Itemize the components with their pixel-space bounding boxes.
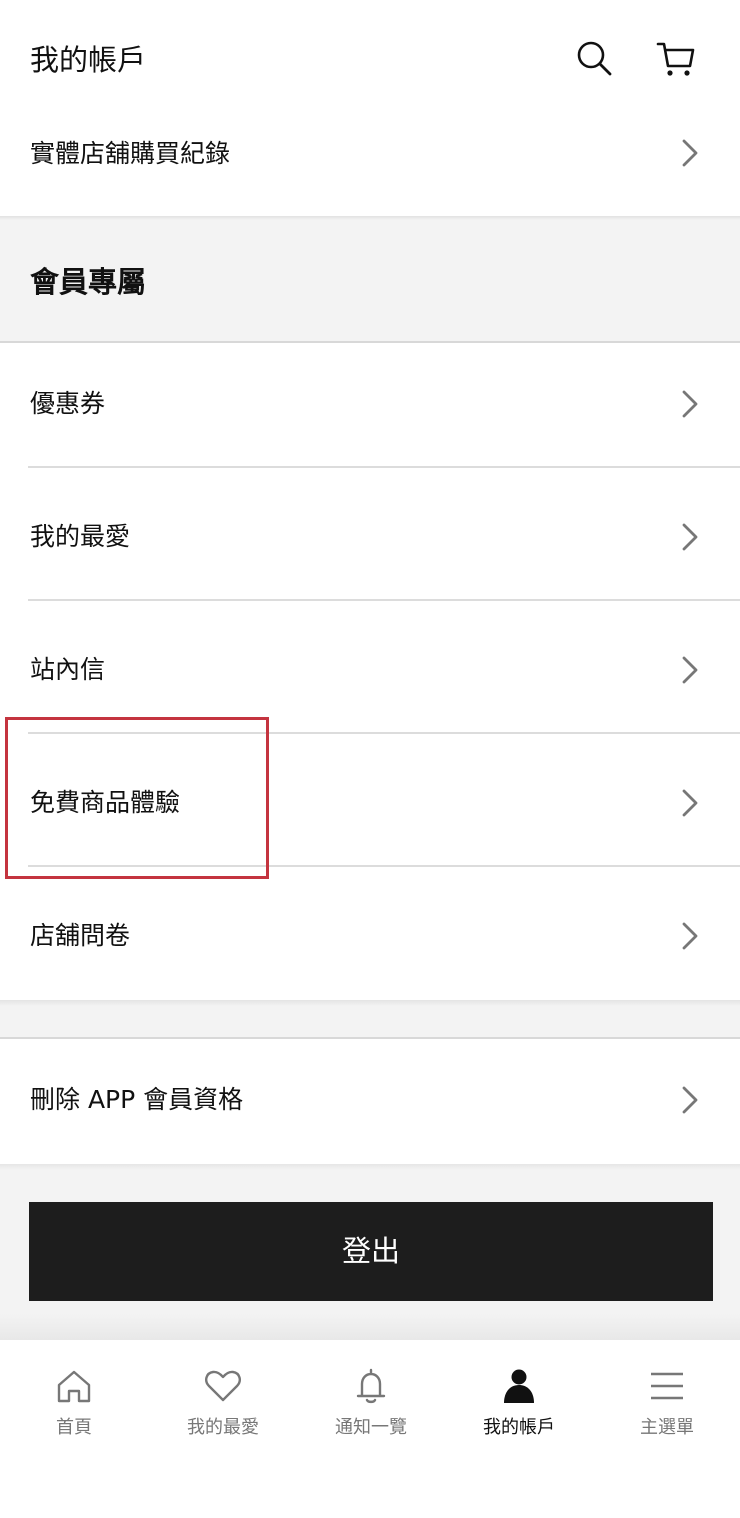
app-header: 我的帳戶: [0, 0, 740, 110]
nav-favorites-label: 我的最愛: [187, 1417, 259, 1438]
store-survey-label: 店舖問卷: [30, 921, 131, 950]
home-icon: [57, 1370, 91, 1403]
nav-account[interactable]: 我的帳戶: [459, 1366, 579, 1456]
nav-main-menu[interactable]: 主選單: [607, 1366, 727, 1456]
inbox-item[interactable]: [0, 601, 740, 733]
user-icon: [504, 1369, 534, 1403]
heart-icon: [205, 1370, 241, 1402]
page-title: 我的帳戶: [30, 43, 147, 77]
inbox-label: 站內信: [30, 655, 106, 684]
free-product-trial-label: 免費商品體驗: [30, 788, 181, 817]
member-exclusive-section-header: 會員專屬: [0, 220, 740, 342]
menu-icon: [651, 1372, 683, 1400]
bottom-nav: 首頁 我的最愛 通知一覽 我的帳戶 主選單: [0, 1340, 740, 1518]
nav-main-menu-label: 主選單: [640, 1417, 694, 1438]
section-gap: [0, 1000, 740, 1038]
nav-notifications-label: 通知一覽: [335, 1417, 407, 1438]
chevron-right-icon: [678, 654, 702, 686]
bell-icon: [356, 1368, 386, 1404]
delete-membership-label: 刪除 APP 會員資格: [30, 1085, 244, 1114]
chevron-right-icon: [678, 920, 702, 952]
coupons-label: 優惠券: [30, 389, 106, 418]
chevron-right-icon: [678, 521, 702, 553]
nav-notifications[interactable]: 通知一覽: [311, 1366, 431, 1456]
nav-account-label: 我的帳戶: [483, 1417, 555, 1438]
account-screen: 我的帳戶 實體店舖購買紀錄 會員專屬 優惠券 我的最愛 站內信 免費商品體驗 店…: [0, 0, 740, 1518]
nav-favorites[interactable]: 我的最愛: [163, 1366, 283, 1456]
chevron-right-icon: [678, 388, 702, 420]
nav-home-label: 首頁: [56, 1417, 92, 1438]
chevron-right-icon: [678, 1084, 702, 1116]
chevron-right-icon: [678, 787, 702, 819]
nav-home[interactable]: 首頁: [14, 1366, 134, 1456]
chevron-right-icon: [678, 137, 702, 169]
store-purchase-history-label: 實體店舖購買紀錄: [30, 139, 231, 168]
search-icon[interactable]: [572, 36, 616, 80]
coupons-item[interactable]: [0, 343, 740, 467]
cart-icon[interactable]: [654, 36, 698, 80]
logout-button[interactable]: 登出: [29, 1202, 713, 1301]
favorites-label: 我的最愛: [30, 522, 131, 551]
section-title: 會員專屬: [30, 265, 147, 299]
